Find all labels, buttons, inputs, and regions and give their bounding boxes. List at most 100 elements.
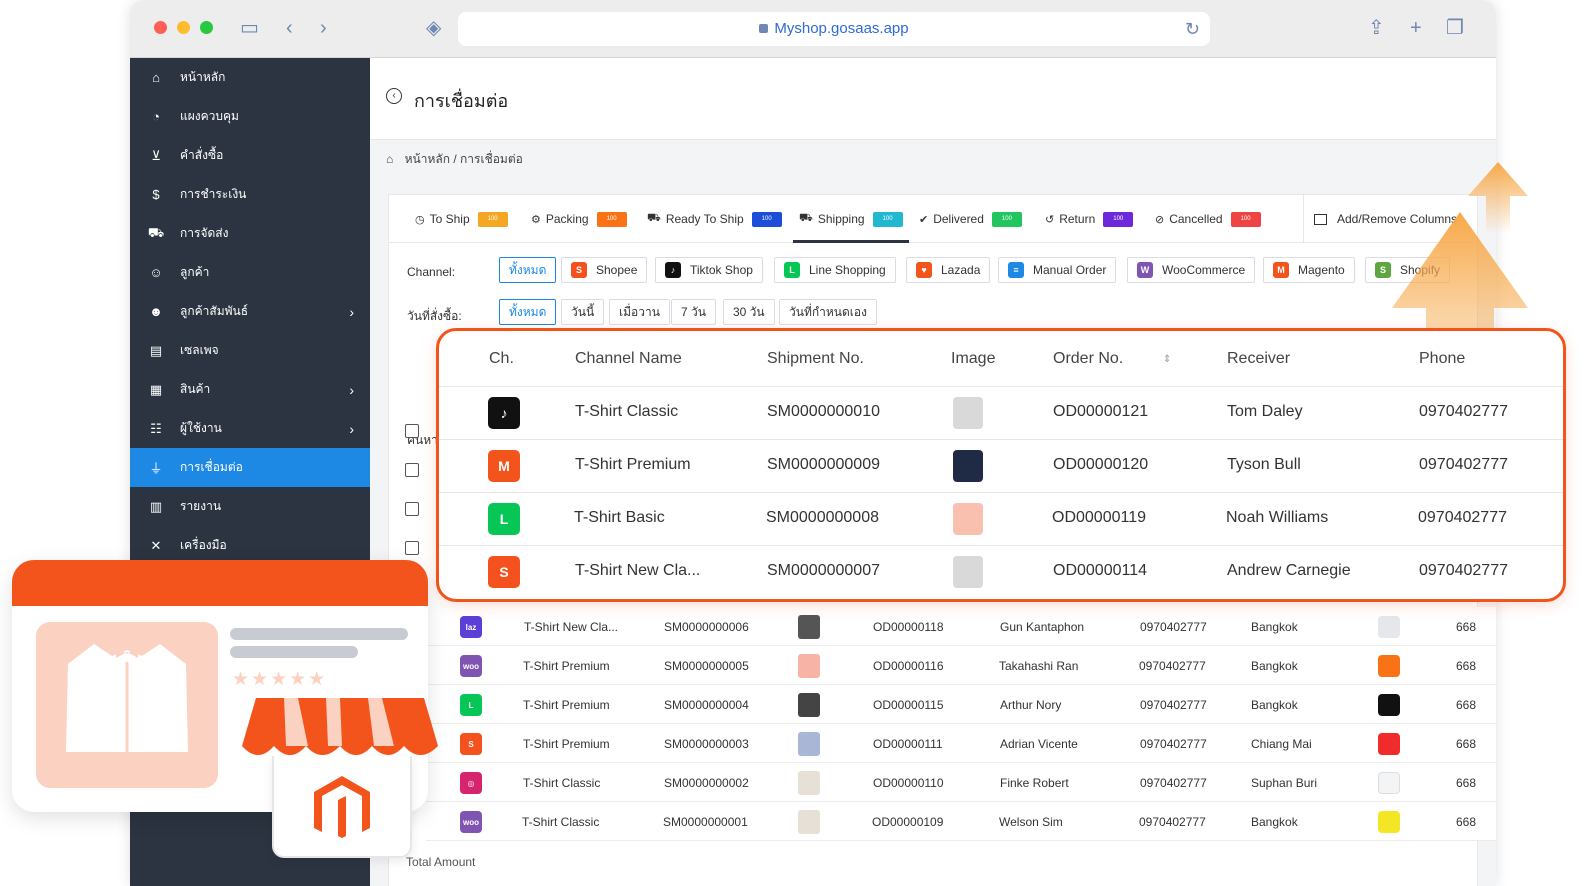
lazada-icon: ♥ <box>916 262 932 278</box>
forward-icon[interactable]: › <box>320 17 327 39</box>
sidebar-item-label: การชำระเงิน <box>180 187 247 201</box>
table-row[interactable]: L T-Shirt Basic SM0000000008 OD00000119 … <box>439 493 1563 546</box>
column-header-shipment-no[interactable]: Shipment No. <box>767 350 864 368</box>
sidebar-item-orders[interactable]: ⊻ คำสั่งซื้อ <box>130 136 370 175</box>
column-header-phone[interactable]: Phone <box>1419 350 1465 368</box>
new-tab-icon[interactable]: + <box>1410 17 1422 39</box>
reload-icon[interactable]: ↻ <box>1185 12 1200 46</box>
cell-order: OD00000110 <box>873 776 944 790</box>
tabs-overview-icon[interactable]: ❐ <box>1446 17 1464 39</box>
table-row[interactable]: woo T-Shirt Classic SM0000000001 OD00000… <box>426 802 1496 841</box>
row-checkbox[interactable] <box>405 424 419 438</box>
address-bar[interactable]: Myshop.gosaas.app ↻ <box>458 12 1210 46</box>
tab-cancelled[interactable]: ⊘ Cancelled 100 <box>1155 195 1261 243</box>
row-checkbox[interactable] <box>405 502 419 516</box>
channel-chip-lazada[interactable]: ♥ Lazada <box>906 257 991 283</box>
sidebar-item-products[interactable]: ▦ สินค้า › <box>130 370 370 409</box>
channel-chip-tiktok[interactable]: ♪ Tiktok Shop <box>655 257 763 283</box>
column-header-receiver[interactable]: Receiver <box>1227 350 1290 368</box>
column-header-channel-name[interactable]: Channel Name <box>575 350 682 368</box>
store-awning-icon <box>242 698 438 755</box>
plug-icon: ⏚ <box>149 461 163 476</box>
sidebar-item-crm[interactable]: ☻ ลูกค้าสัมพันธ์ › <box>130 292 370 331</box>
product-thumbnail <box>798 615 820 639</box>
channel-chip-manual-order[interactable]: ≡ Manual Order <box>998 257 1117 283</box>
back-circle-icon[interactable]: ‹ <box>386 88 402 104</box>
sidebar-item-label: เซลเพจ <box>180 343 219 357</box>
sidebar-item-dashboard[interactable]: ◔ แผงควบคุม <box>130 97 370 136</box>
table-row[interactable]: L T-Shirt Premium SM0000000004 OD0000011… <box>426 685 1496 724</box>
tab-delivered[interactable]: ✔ Delivered 100 <box>919 195 1022 243</box>
table-row[interactable]: ♪ T-Shirt Classic SM0000000010 OD0000012… <box>439 387 1563 440</box>
cell-shipment: SM0000000006 <box>664 620 749 634</box>
sidebar-item-label: สินค้า <box>180 382 211 396</box>
date-chip-yesterday[interactable]: เมื่อวาน <box>609 299 670 325</box>
cart-icon: ⊻ <box>151 147 161 163</box>
table-row[interactable]: M T-Shirt Premium SM0000000009 OD0000012… <box>439 440 1563 493</box>
manual-order-icon: ≡ <box>1008 262 1024 278</box>
user-group-icon: ☷ <box>150 420 162 436</box>
sidebar-item-salespage[interactable]: ▤ เซลเพจ <box>130 331 370 370</box>
column-header-image[interactable]: Image <box>951 350 995 368</box>
chip-label: วันที่กำหนดเอง <box>789 304 867 319</box>
date-chip-today[interactable]: วันนี้ <box>561 299 605 325</box>
row-checkbox[interactable] <box>405 541 419 555</box>
date-chip-7-days[interactable]: 7 วัน <box>671 299 716 325</box>
sidebar-item-shipping[interactable]: ⛟ การจัดส่ง <box>130 214 370 253</box>
share-icon[interactable]: ⇪ <box>1368 17 1385 39</box>
sort-icon[interactable]: ⇕ <box>1163 354 1171 365</box>
cell-order: OD00000115 <box>873 698 944 712</box>
cell-phone: 0970402777 <box>1139 815 1206 829</box>
browser-toolbar: ▭ ‹ › ◈ Myshop.gosaas.app ↻ ⇪ + ❐ <box>130 0 1496 58</box>
channel-chip-line-shopping[interactable]: L Line Shopping <box>774 257 896 283</box>
sidebar-item-home[interactable]: ⌂ หน้าหลัก <box>130 58 370 97</box>
tab-shipping[interactable]: ⛟ Shipping 100 <box>793 195 909 243</box>
cell-name: T-Shirt Premium <box>523 659 610 673</box>
channel-chip-all[interactable]: ทั้งหมด <box>499 257 557 283</box>
tab-label: Shipping <box>817 212 865 226</box>
channel-chip-shopee[interactable]: S Shopee <box>561 257 648 283</box>
tab-return[interactable]: ↺ Return 100 <box>1045 195 1134 243</box>
magento-icon: M <box>1273 262 1289 278</box>
close-window-button[interactable] <box>154 21 167 34</box>
cell-province: Bangkok <box>1251 659 1298 673</box>
minimize-window-button[interactable] <box>177 21 190 34</box>
cell-name: T-Shirt Classic <box>522 815 600 829</box>
shield-icon[interactable]: ◈ <box>426 17 441 39</box>
table-row[interactable]: S T-Shirt Premium SM0000000003 OD0000011… <box>426 724 1496 763</box>
date-chip-custom[interactable]: วันที่กำหนดเอง <box>779 299 877 325</box>
sidebar-toggle-icon[interactable]: ▭ <box>240 17 259 39</box>
maximize-window-button[interactable] <box>200 21 213 34</box>
column-header-order-no[interactable]: Order No. <box>1053 350 1123 368</box>
channel-chip-woocommerce[interactable]: W WooCommerce <box>1127 257 1256 283</box>
sidebar-item-users[interactable]: ☷ ผู้ใช้งาน › <box>130 409 370 448</box>
courier-icon <box>1378 733 1400 755</box>
back-icon[interactable]: ‹ <box>286 17 293 39</box>
table-row[interactable]: woo T-Shirt Premium SM0000000005 OD00000… <box>426 646 1496 685</box>
lazada-icon: laz <box>460 616 482 638</box>
cell-extra: 668 <box>1456 620 1477 634</box>
tab-ready-to-ship[interactable]: ⛟ Ready To Ship 100 <box>647 195 782 243</box>
row-checkbox[interactable] <box>405 463 419 477</box>
cell-shipment: SM0000000009 <box>767 456 880 473</box>
tab-to-ship[interactable]: ◷ To Ship 100 <box>415 195 508 243</box>
channel-chip-magento[interactable]: M Magento <box>1263 257 1355 283</box>
sidebar-item-label: คำสั่งซื้อ <box>180 148 224 162</box>
breadcrumb-home[interactable]: หน้าหลัก <box>405 152 450 166</box>
date-chip-30-days[interactable]: 30 วัน <box>723 299 775 325</box>
sidebar-item-integrations[interactable]: ⏚ การเชื่อมต่อ <box>130 448 370 487</box>
cell-order: OD00000121 <box>1053 403 1149 420</box>
tab-packing[interactable]: ⚙ Packing 100 <box>531 195 627 243</box>
sidebar-item-reports[interactable]: ▥ รายงาน <box>130 487 370 526</box>
cell-order: OD00000111 <box>873 737 943 751</box>
date-chip-all[interactable]: ทั้งหมด <box>499 299 557 325</box>
truck-icon: ⛟ <box>147 224 165 240</box>
sidebar-item-customers[interactable]: ☺ ลูกค้า <box>130 253 370 292</box>
cell-name: T-Shirt Premium <box>575 456 691 473</box>
home-icon[interactable]: ⌂ <box>386 152 393 166</box>
column-header-channel[interactable]: Ch. <box>489 350 514 368</box>
table-row[interactable]: laz T-Shirt New Cla... SM0000000006 OD00… <box>426 607 1496 646</box>
sidebar-item-payments[interactable]: $ การชำระเงิน <box>130 175 370 214</box>
table-row[interactable]: S T-Shirt New Cla... SM0000000007 OD0000… <box>439 546 1563 599</box>
table-row[interactable]: ◎ T-Shirt Classic SM0000000002 OD0000011… <box>426 763 1496 802</box>
